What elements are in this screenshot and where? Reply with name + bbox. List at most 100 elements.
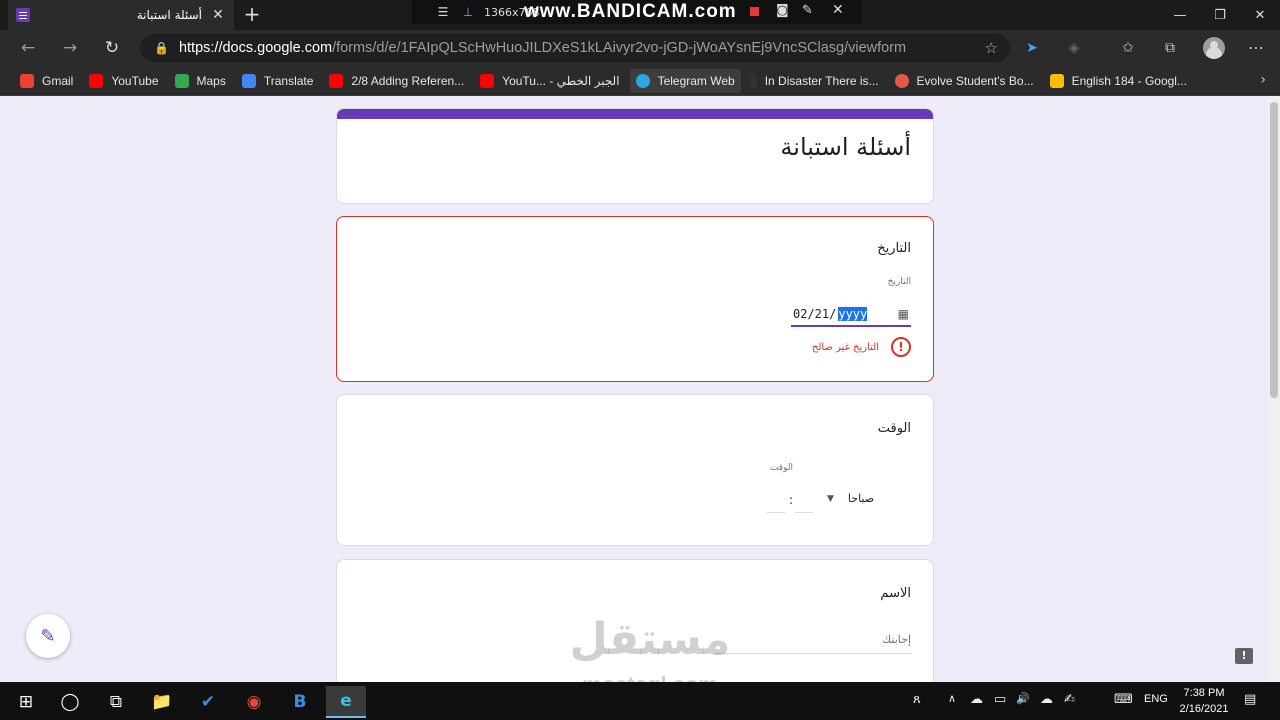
bookmark-youtube[interactable]: YouTube [83, 69, 164, 93]
bandicam-pen-icon[interactable]: ✎ [802, 3, 813, 18]
task-view-icon[interactable]: ⧉ [96, 686, 136, 718]
bandicam-close-icon[interactable]: ✕ [832, 2, 844, 18]
address-bar[interactable]: 🔒 https://docs.google.com /forms/d/e/1FA… [140, 34, 1010, 62]
volume-icon[interactable]: 🔊 [1016, 692, 1030, 705]
google-drive-icon [1049, 73, 1064, 88]
chrome-icon[interactable]: ◉ [234, 686, 274, 718]
date-error-text: التاريخ غير صالح [811, 341, 879, 353]
edge-icon[interactable]: e [326, 686, 366, 718]
bookmark-english-184[interactable]: English 184 - Googl... [1044, 69, 1193, 93]
time-input: : ▼ صباحا [767, 491, 897, 517]
time-question-title: الوقت [877, 421, 911, 436]
clock-time: 7:38 PM [1183, 687, 1225, 699]
minimize-button[interactable]: — [1160, 0, 1200, 30]
translate-icon [241, 73, 256, 88]
bandicam-menu-icon[interactable]: ☰ [432, 5, 454, 19]
date-question-card: التاريخ التاريخ 02/21/yyyy ▦ ! التاريخ غ… [336, 216, 934, 382]
ampm-select[interactable]: ▼ صباحا [827, 492, 874, 505]
bookmark-maps[interactable]: Maps [169, 69, 232, 93]
bookmark-in-disaster[interactable]: In Disaster There is... [745, 69, 885, 93]
maximize-button[interactable]: ❐ [1200, 0, 1240, 30]
notifications-icon[interactable]: ▤ [1244, 692, 1256, 707]
extension-shield-icon[interactable]: ◈ [1062, 38, 1086, 58]
people-icon[interactable]: ጸ [913, 692, 921, 707]
file-explorer-icon[interactable]: 📁 [142, 686, 182, 718]
browser-tab[interactable]: أسئلة استبانة ✕ [8, 0, 234, 30]
network-icon[interactable]: ☁ [1040, 692, 1053, 707]
clock-date: 2/16/2021 [1179, 703, 1229, 715]
bookmark-telegram[interactable]: Telegram Web [629, 68, 741, 93]
scrollbar-thumb[interactable] [1270, 102, 1278, 398]
bookmark-label: Telegram Web [657, 73, 735, 88]
form-header-card: أسئلة استبانة [336, 108, 934, 204]
gmail-icon [20, 73, 34, 88]
extension-icon[interactable]: ➤ [1020, 38, 1044, 58]
youtube-icon [89, 73, 104, 88]
hour-input[interactable] [767, 495, 785, 513]
add-favorite-icon[interactable]: ☆ [985, 39, 998, 57]
minute-input[interactable] [795, 495, 813, 513]
calendar-icon[interactable]: ▦ [898, 307, 909, 321]
bookmark-label: YouTube [111, 73, 159, 88]
bandicam-camera-icon[interactable]: ◙ [776, 3, 789, 18]
tray-chevron-icon[interactable]: ∧ [948, 692, 956, 705]
bookmark-label: YouTu... - الجبر الخطي [502, 73, 620, 88]
bookmark-label: English 184 - Googl... [1071, 73, 1187, 88]
date-input[interactable]: 02/21/yyyy ▦ [791, 303, 911, 327]
report-feedback-icon[interactable]: ! [1235, 648, 1253, 664]
time-question-card: الوقت الوقت : ▼ صباحا [336, 394, 934, 546]
windows-taskbar: ⊞ ◯ ⧉ 📁 ✔ ◉ B e ጸ ∧ ☁ ▭ 🔊 ☁ ✍ ⌨ ENG 7:38… [0, 682, 1280, 720]
pen-icon[interactable]: ✍ [1064, 692, 1075, 707]
date-year-selected[interactable]: yyyy [838, 307, 868, 321]
new-tab-button[interactable]: + [242, 4, 262, 24]
start-windows-icon[interactable]: ⊞ [6, 686, 46, 718]
todo-app-icon[interactable]: ✔ [188, 686, 228, 718]
bandicam-overlay: ☰ ⊥ 1366x768 www.BANDICAM.com ◙ ✎ ✕ [412, 0, 862, 24]
window-controls: — ❐ ✕ [1160, 0, 1280, 30]
bookmark-translate[interactable]: Translate [236, 69, 320, 93]
keyboard-icon[interactable]: ⌨ [1114, 692, 1133, 707]
taskbar-clock[interactable]: 7:38 PM 2/16/2021 [1170, 685, 1238, 717]
name-input[interactable]: إجابتك [715, 628, 911, 654]
bookmark-label: Gmail [42, 73, 74, 88]
bookmark-linear-algebra[interactable]: YouTu... - الجبر الخطي [474, 69, 625, 93]
bookmarks-more-icon[interactable]: › [1260, 72, 1266, 88]
tab-close-button[interactable]: ✕ [210, 7, 226, 23]
bookmark-adding-references[interactable]: 2/8 Adding Referen... [323, 69, 470, 93]
url-host: https://docs.google.com [178, 40, 333, 56]
bookmark-label: Translate [263, 73, 314, 88]
date-sublabel: التاريخ [887, 277, 911, 287]
bandicam-record-icon[interactable] [750, 7, 759, 16]
url-path: /forms/d/e/1FAIpQLScHwHuoJILDXeS1kLAivyr… [332, 40, 907, 56]
profile-avatar[interactable] [1203, 37, 1225, 59]
browser-toolbar: ← → ↻ 🔒 https://docs.google.com /forms/d… [0, 30, 1280, 66]
date-value: 02/21/ [793, 307, 837, 321]
forward-button[interactable]: → [56, 36, 84, 60]
menu-icon[interactable]: ⋯ [1244, 38, 1268, 58]
search-icon[interactable]: ◯ [50, 686, 90, 718]
bandicam-logo: www.BANDICAM.com [524, 1, 737, 22]
bandicam-pin-icon[interactable]: ⊥ [460, 5, 476, 19]
telegram-icon [635, 73, 650, 88]
onedrive-icon[interactable]: ☁ [970, 692, 983, 707]
battery-icon[interactable]: ▭ [994, 692, 1006, 707]
ampm-value: صباحا [847, 492, 875, 505]
collections-icon[interactable]: ⧉ [1158, 38, 1182, 58]
back-button[interactable]: ← [14, 36, 42, 60]
date-question-title: التاريخ [877, 241, 911, 256]
edit-pencil-button[interactable]: ✎ [26, 614, 70, 658]
name-question-title: الاسم [880, 586, 911, 601]
google-forms-icon [16, 8, 30, 22]
bookmark-evolve[interactable]: Evolve Student's Bo... [889, 69, 1040, 93]
bing-app-icon[interactable]: B [280, 686, 320, 718]
language-indicator[interactable]: ENG [1144, 693, 1168, 705]
page-scrollbar[interactable] [1268, 96, 1280, 682]
close-window-button[interactable]: ✕ [1240, 0, 1280, 30]
reload-button[interactable]: ↻ [98, 36, 126, 60]
bookmark-label: In Disaster There is... [764, 73, 879, 88]
favorites-icon[interactable]: ✩ [1116, 38, 1140, 58]
bookmark-label: Maps [196, 73, 226, 88]
bookmark-label: 2/8 Adding Referen... [351, 73, 465, 88]
bookmark-gmail[interactable]: Gmail [14, 69, 79, 93]
lock-icon[interactable]: 🔒 [154, 41, 169, 55]
